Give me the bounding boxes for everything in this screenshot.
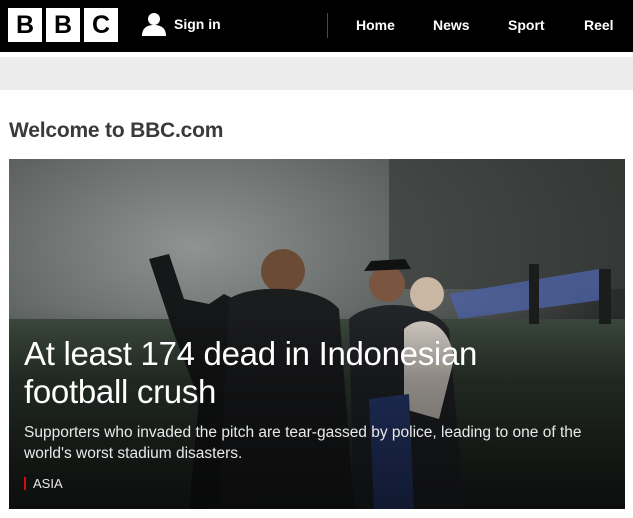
logo-letter: B [8, 8, 42, 42]
sign-in-button[interactable]: Sign in [142, 12, 221, 36]
section-tag[interactable]: ASIA [24, 476, 63, 491]
user-icon [142, 12, 166, 36]
page-title: Welcome to BBC.com [9, 119, 224, 142]
hero-headline[interactable]: At least 174 dead in Indonesian football… [24, 335, 584, 411]
hero-article-card[interactable]: At least 174 dead in Indonesian football… [9, 159, 625, 509]
section-tag-label: ASIA [33, 476, 63, 491]
nav-home[interactable]: Home [356, 17, 395, 33]
top-navigation-bar: B B C Sign in Home News Sport Reel [0, 0, 633, 52]
banner-placeholder [0, 57, 633, 90]
nav-reel[interactable]: Reel [584, 17, 614, 33]
logo-letter: C [84, 8, 118, 42]
hero-summary: Supporters who invaded the pitch are tea… [24, 424, 582, 462]
nav-news[interactable]: News [433, 17, 470, 33]
tag-marker [24, 477, 26, 490]
nav-sport[interactable]: Sport [508, 17, 545, 33]
bbc-logo[interactable]: B B C [8, 8, 118, 42]
main-nav: Home News Sport Reel [328, 0, 633, 52]
sign-in-label: Sign in [174, 16, 221, 32]
logo-letter: B [46, 8, 80, 42]
